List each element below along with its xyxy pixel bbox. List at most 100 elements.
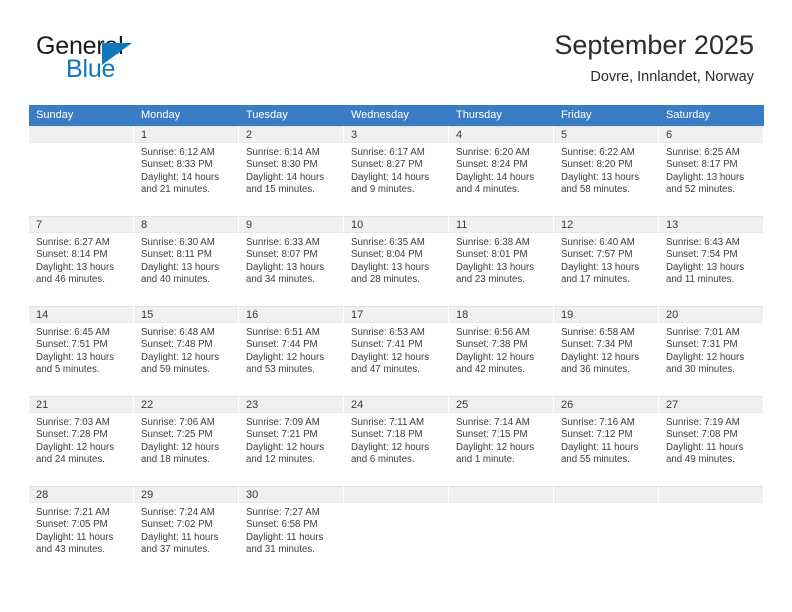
daylight-text: and 42 minutes. [456, 363, 525, 375]
daylight-text: and 53 minutes. [246, 363, 315, 375]
daylight-text: and 58 minutes. [561, 183, 630, 195]
sunset-text: Sunset: 8:24 PM [456, 159, 528, 171]
day-cell[interactable]: 15 Sunrise: 6:48 AM Sunset: 7:48 PM Dayligh… [134, 306, 239, 395]
calendar-week-row: 28 Sunrise: 7:21 AM Sunset: 7:05 PM Dayligh… [29, 486, 764, 576]
daylight-text: and 24 minutes. [36, 453, 105, 465]
day-cell[interactable]: 27 Sunrise: 7:19 AM Sunset: 7:08 PM Dayligh… [659, 396, 764, 485]
day-details: Sunrise: 6:27 AM Sunset: 8:14 PM Daylight:… [29, 233, 133, 286]
day-cell[interactable]: 7 Sunrise: 6:27 AM Sunset: 8:14 PM Daylight… [29, 216, 134, 305]
sunrise-text: Sunrise: 6:20 AM [456, 147, 530, 158]
sunset-text: Sunset: 7:28 PM [36, 429, 108, 441]
day-cell[interactable]: 1 Sunrise: 6:12 AM Sunset: 8:33 PM Daylight… [134, 126, 239, 215]
day-cell[interactable]: 8 Sunrise: 6:30 AM Sunset: 8:11 PM Daylight… [134, 216, 239, 305]
day-cell[interactable]: 30 Sunrise: 7:27 AM Sunset: 6:58 PM Dayligh… [239, 486, 344, 575]
day-cell[interactable]: 2 Sunrise: 6:14 AM Sunset: 8:30 PM Daylight… [239, 126, 344, 215]
day-cell[interactable]: 6 Sunrise: 6:25 AM Sunset: 8:17 PM Daylight… [659, 126, 764, 215]
day-cell[interactable]: 26 Sunrise: 7:16 AM Sunset: 7:12 PM Dayligh… [554, 396, 659, 485]
day-number-bar: 11 [449, 216, 553, 233]
sunset-text: Sunset: 7:48 PM [141, 339, 213, 351]
day-cell[interactable]: 23 Sunrise: 7:09 AM Sunset: 7:21 PM Dayligh… [239, 396, 344, 485]
daylight-text: and 9 minutes. [351, 183, 415, 195]
day-cell[interactable]: 11 Sunrise: 6:38 AM Sunset: 8:01 PM Dayligh… [449, 216, 554, 305]
day-number-bar [554, 486, 658, 503]
daylight-text: and 21 minutes. [141, 183, 210, 195]
sunrise-text: Sunrise: 6:51 AM [246, 327, 320, 338]
day-cell[interactable]: 10 Sunrise: 6:35 AM Sunset: 8:04 PM Dayligh… [344, 216, 449, 305]
day-cell[interactable]: 5 Sunrise: 6:22 AM Sunset: 8:20 PM Daylight… [554, 126, 659, 215]
day-cell[interactable]: 17 Sunrise: 6:53 AM Sunset: 7:41 PM Dayligh… [344, 306, 449, 395]
day-cell[interactable]: 13 Sunrise: 6:43 AM Sunset: 7:54 PM Dayligh… [659, 216, 764, 305]
day-number-bar: 13 [659, 216, 763, 233]
day-cell-empty [344, 486, 449, 575]
day-number-bar: 16 [239, 306, 343, 323]
day-number-bar: 12 [554, 216, 658, 233]
day-number: 8 [141, 219, 148, 231]
day-cell[interactable]: 25 Sunrise: 7:14 AM Sunset: 7:15 PM Dayligh… [449, 396, 554, 485]
day-number: 11 [456, 219, 468, 231]
daylight-text: and 52 minutes. [666, 183, 735, 195]
day-cell[interactable]: 20 Sunrise: 7:01 AM Sunset: 7:31 PM Dayligh… [659, 306, 764, 395]
day-cell[interactable]: 24 Sunrise: 7:11 AM Sunset: 7:18 PM Dayligh… [344, 396, 449, 485]
sunset-text: Sunset: 7:05 PM [36, 519, 108, 531]
daylight-text: and 5 minutes. [36, 363, 100, 375]
day-cell[interactable]: 29 Sunrise: 7:24 AM Sunset: 7:02 PM Dayligh… [134, 486, 239, 575]
day-number: 10 [351, 219, 364, 231]
day-details: Sunrise: 6:56 AM Sunset: 7:38 PM Daylight:… [449, 323, 553, 376]
daylight-text: and 1 minute. [456, 453, 515, 465]
day-cell[interactable]: 22 Sunrise: 7:06 AM Sunset: 7:25 PM Dayligh… [134, 396, 239, 485]
page-subtitle: Dovre, Innlandet, Norway [590, 69, 754, 85]
day-cell[interactable]: 16 Sunrise: 6:51 AM Sunset: 7:44 PM Dayligh… [239, 306, 344, 395]
day-of-week-wednesday: Wednesday [351, 109, 409, 121]
day-number-bar: 27 [659, 396, 763, 413]
day-number-bar: 10 [344, 216, 448, 233]
sunrise-text: Sunrise: 7:27 AM [246, 507, 320, 518]
daylight-text: and 6 minutes. [351, 453, 415, 465]
sunset-text: Sunset: 6:58 PM [246, 519, 318, 531]
calendar-week-row: 7 Sunrise: 6:27 AM Sunset: 8:14 PM Daylight… [29, 216, 764, 306]
day-number: 19 [561, 309, 574, 321]
sunrise-text: Sunrise: 6:27 AM [36, 237, 110, 248]
day-number-bar: 19 [554, 306, 658, 323]
daylight-text: Daylight: 12 hours [246, 441, 325, 453]
day-cell[interactable]: 3 Sunrise: 6:17 AM Sunset: 8:27 PM Daylight… [344, 126, 449, 215]
sunrise-text: Sunrise: 7:11 AM [351, 417, 425, 428]
day-details [449, 503, 553, 507]
day-cell[interactable]: 18 Sunrise: 6:56 AM Sunset: 7:38 PM Dayligh… [449, 306, 554, 395]
day-number-bar: 5 [554, 126, 658, 143]
day-number-bar: 24 [344, 396, 448, 413]
day-number: 30 [246, 489, 259, 501]
day-cell[interactable]: 28 Sunrise: 7:21 AM Sunset: 7:05 PM Dayligh… [29, 486, 134, 575]
day-number: 25 [456, 399, 469, 411]
day-cell[interactable]: 4 Sunrise: 6:20 AM Sunset: 8:24 PM Daylight… [449, 126, 554, 215]
day-details [659, 503, 763, 507]
sunset-text: Sunset: 7:51 PM [36, 339, 108, 351]
day-number: 27 [666, 399, 679, 411]
day-cell[interactable]: 21 Sunrise: 7:03 AM Sunset: 7:28 PM Dayligh… [29, 396, 134, 485]
sunrise-text: Sunrise: 6:45 AM [36, 327, 110, 338]
day-number: 22 [141, 399, 154, 411]
daylight-text: and 18 minutes. [141, 453, 210, 465]
day-details: Sunrise: 7:03 AM Sunset: 7:28 PM Daylight:… [29, 413, 133, 466]
day-cell[interactable]: 14 Sunrise: 6:45 AM Sunset: 7:51 PM Dayligh… [29, 306, 134, 395]
daylight-text: Daylight: 12 hours [561, 351, 640, 363]
sunset-text: Sunset: 7:15 PM [456, 429, 528, 441]
day-number-bar: 28 [29, 486, 133, 503]
day-cell[interactable]: 19 Sunrise: 6:58 AM Sunset: 7:34 PM Dayligh… [554, 306, 659, 395]
sunrise-text: Sunrise: 6:25 AM [666, 147, 740, 158]
day-number-bar: 3 [344, 126, 448, 143]
day-number-bar: 30 [239, 486, 343, 503]
day-cell[interactable]: 12 Sunrise: 6:40 AM Sunset: 7:57 PM Dayligh… [554, 216, 659, 305]
day-cell[interactable]: 9 Sunrise: 6:33 AM Sunset: 8:07 PM Daylight… [239, 216, 344, 305]
brand-logo[interactable]: General Blue [36, 32, 276, 88]
sunrise-text: Sunrise: 6:53 AM [351, 327, 425, 338]
sunset-text: Sunset: 8:01 PM [456, 249, 528, 261]
sunrise-text: Sunrise: 7:16 AM [561, 417, 635, 428]
sunset-text: Sunset: 7:12 PM [561, 429, 633, 441]
day-number: 17 [351, 309, 364, 321]
day-number-bar [449, 486, 553, 503]
sunset-text: Sunset: 8:33 PM [141, 159, 213, 171]
daylight-text: and 49 minutes. [666, 453, 735, 465]
day-details: Sunrise: 7:24 AM Sunset: 7:02 PM Daylight:… [134, 503, 238, 556]
daylight-text: Daylight: 12 hours [141, 441, 220, 453]
day-details: Sunrise: 6:17 AM Sunset: 8:27 PM Daylight:… [344, 143, 448, 196]
